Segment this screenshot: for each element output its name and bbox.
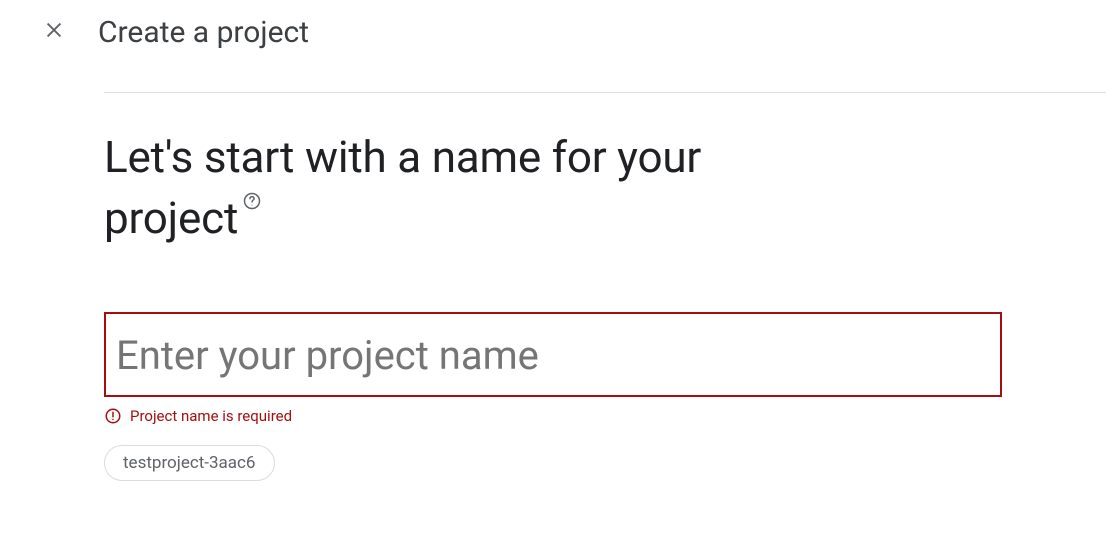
main-heading: Let's start with a name for your project: [104, 127, 724, 248]
close-button[interactable]: [30, 8, 78, 56]
heading-text: Let's start with a name for your project: [104, 131, 701, 244]
project-id-text: testproject-3aac6: [123, 453, 256, 473]
project-id-chip: testproject-3aac6: [104, 445, 275, 481]
error-row: Project name is required: [104, 407, 1002, 425]
help-icon[interactable]: [242, 191, 262, 211]
input-block: Project name is required testproject-3aa…: [104, 312, 1002, 481]
project-name-input[interactable]: [104, 312, 1002, 397]
header-row: Create a project: [0, 0, 1106, 56]
content-area: Let's start with a name for your project…: [104, 93, 1106, 481]
error-icon: [104, 407, 122, 425]
page-title: Create a project: [98, 15, 309, 50]
heading-wrap: Let's start with a name for your project: [104, 127, 724, 248]
error-message: Project name is required: [130, 407, 292, 425]
close-icon: [43, 19, 65, 45]
